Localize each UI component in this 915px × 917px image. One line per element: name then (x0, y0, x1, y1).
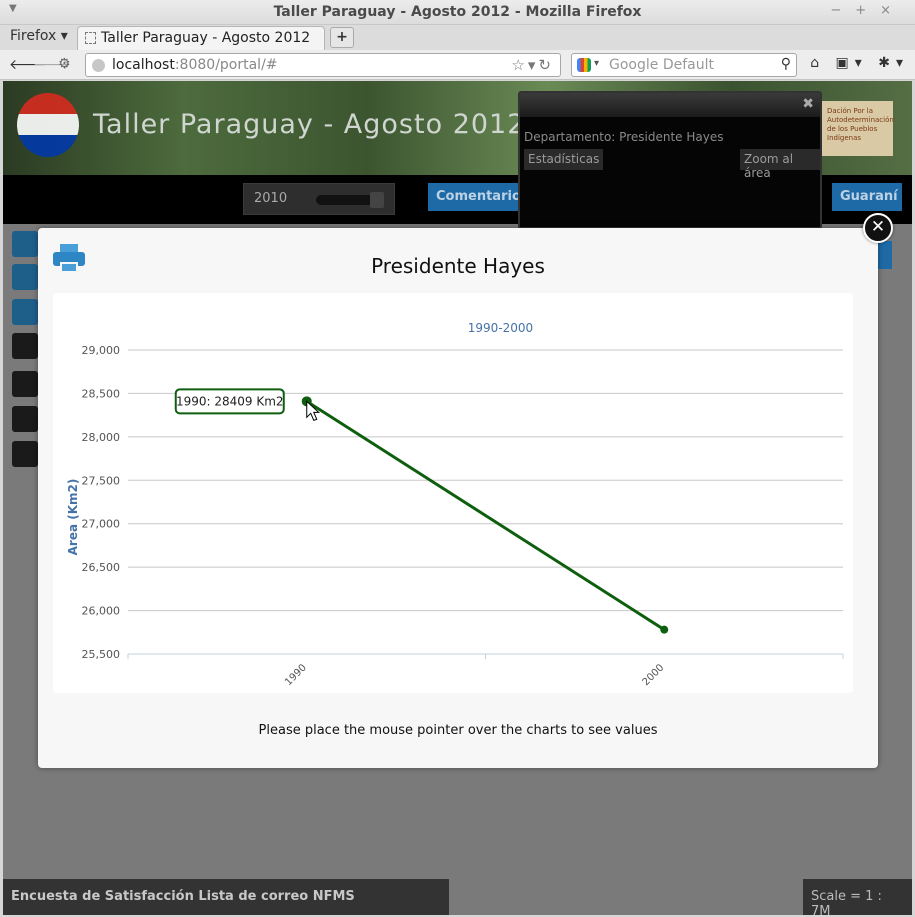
site-identity-icon[interactable]: ⚙ (58, 56, 71, 72)
data-point (660, 625, 669, 634)
department-popup: ✖ Departamento: Presidente Hayes Estadís… (518, 91, 822, 229)
y-axis-label: Area (Km2) (66, 479, 80, 556)
stats-button[interactable]: Estadísticas (524, 149, 604, 170)
year-label: 2010 (254, 191, 288, 206)
series-line (305, 400, 666, 631)
firefox-menu-label: Firefox (10, 28, 57, 44)
y-tick-label: 27,000 (82, 518, 121, 531)
popup-close-icon[interactable]: ✖ (802, 96, 814, 112)
footer-links[interactable]: Encuesta de Satisfacción Lista de correo… (3, 879, 449, 915)
x-tick-label: 2000 (641, 662, 667, 688)
y-tick-label: 28,000 (82, 431, 121, 444)
tooltip-text: 1990: 28409 Km2 (176, 394, 284, 408)
y-tick-label: 27,500 (82, 474, 121, 487)
sidebar-group-toggle[interactable] (12, 441, 38, 467)
chart-title: 1990-2000 (468, 321, 533, 335)
year-slider-handle[interactable] (370, 192, 384, 208)
window-title: Taller Paraguay - Agosto 2012 - Mozilla … (273, 4, 642, 20)
partner-logo: Dación Por la Autodeterminación de los P… (821, 101, 894, 156)
browser-tab-label: Taller Paraguay - Agosto 2012 (101, 30, 311, 46)
search-placeholder: Google Default (609, 57, 714, 73)
google-icon (577, 58, 591, 72)
y-tick-label: 25,500 (82, 648, 121, 661)
site-title: Taller Paraguay - Agosto 2012 (93, 109, 526, 140)
window-titlebar: ▼ Taller Paraguay - Agosto 2012 - Mozill… (0, 0, 915, 25)
chart-hint: Please place the mouse pointer over the … (258, 723, 658, 738)
new-tab-button[interactable]: + (330, 27, 354, 48)
search-engine-dropdown-icon[interactable]: ▾ (594, 58, 599, 69)
tab-bar: Firefox ▾ Taller Paraguay - Agosto 2012 … (0, 25, 915, 50)
map-scale: Scale = 1 : 7M (803, 879, 912, 915)
chart-container: 1990-2000 25,500 26,000 26,500 27,000 27,500 2… (53, 293, 853, 693)
sidebar-collapse-button[interactable] (12, 231, 38, 257)
y-tick-label: 26,000 (82, 605, 121, 618)
sidebar-expand-button[interactable] (12, 299, 38, 325)
browser-tab[interactable]: Taller Paraguay - Agosto 2012 (77, 26, 325, 50)
sidebar-tab[interactable] (12, 264, 38, 290)
y-tick-label: 28,500 (82, 387, 121, 400)
bookmark-star-icon[interactable]: ☆▾↻ (511, 56, 554, 74)
chart-modal: Presidente Hayes 1990-2000 25,500 26,000 26… (38, 228, 878, 768)
sidebar-group-toggle[interactable] (12, 371, 38, 397)
search-icon[interactable]: ⚲ (781, 56, 791, 72)
navigation-toolbar: 🡐 🡒 ⚙ localhost:8080/portal/# ☆▾↻ ▾ Goog… (0, 50, 915, 80)
home-icon[interactable]: ⌂ ▣▾ ✱▾ (810, 55, 909, 71)
language-guarani-button[interactable]: Guaraní (832, 183, 902, 211)
department-text: Departamento: Presidente Hayes (524, 130, 724, 144)
modal-close-button[interactable]: ✕ (863, 213, 893, 243)
page-favicon-icon (85, 32, 96, 44)
y-tick-label: 29,000 (82, 344, 121, 357)
url-text: localhost:8080/portal/# (112, 57, 278, 73)
sidebar-group-toggle[interactable] (12, 406, 38, 432)
globe-icon (92, 59, 105, 72)
y-tick-label: 26,500 (82, 561, 121, 574)
year-slider-control[interactable]: 2010 (243, 183, 395, 215)
url-bar[interactable]: localhost:8080/portal/# ☆▾↻ (85, 53, 561, 77)
sidebar-layer-checkbox[interactable] (12, 333, 38, 359)
modal-title: Presidente Hayes (371, 254, 545, 278)
x-tick-label: 1990 (283, 662, 309, 688)
popup-header: ✖ (520, 93, 820, 117)
firefox-menu-button[interactable]: Firefox ▾ (10, 28, 68, 44)
search-bar[interactable]: ▾ Google Default ⚲ (571, 53, 797, 77)
zoom-area-button[interactable]: Zoom al área (740, 149, 820, 180)
paraguay-flag-logo (17, 93, 79, 157)
area-line-chart[interactable]: 1990-2000 25,500 26,000 26,500 27,000 27,500 2… (53, 293, 853, 693)
window-controls[interactable]: −+× (830, 3, 905, 18)
